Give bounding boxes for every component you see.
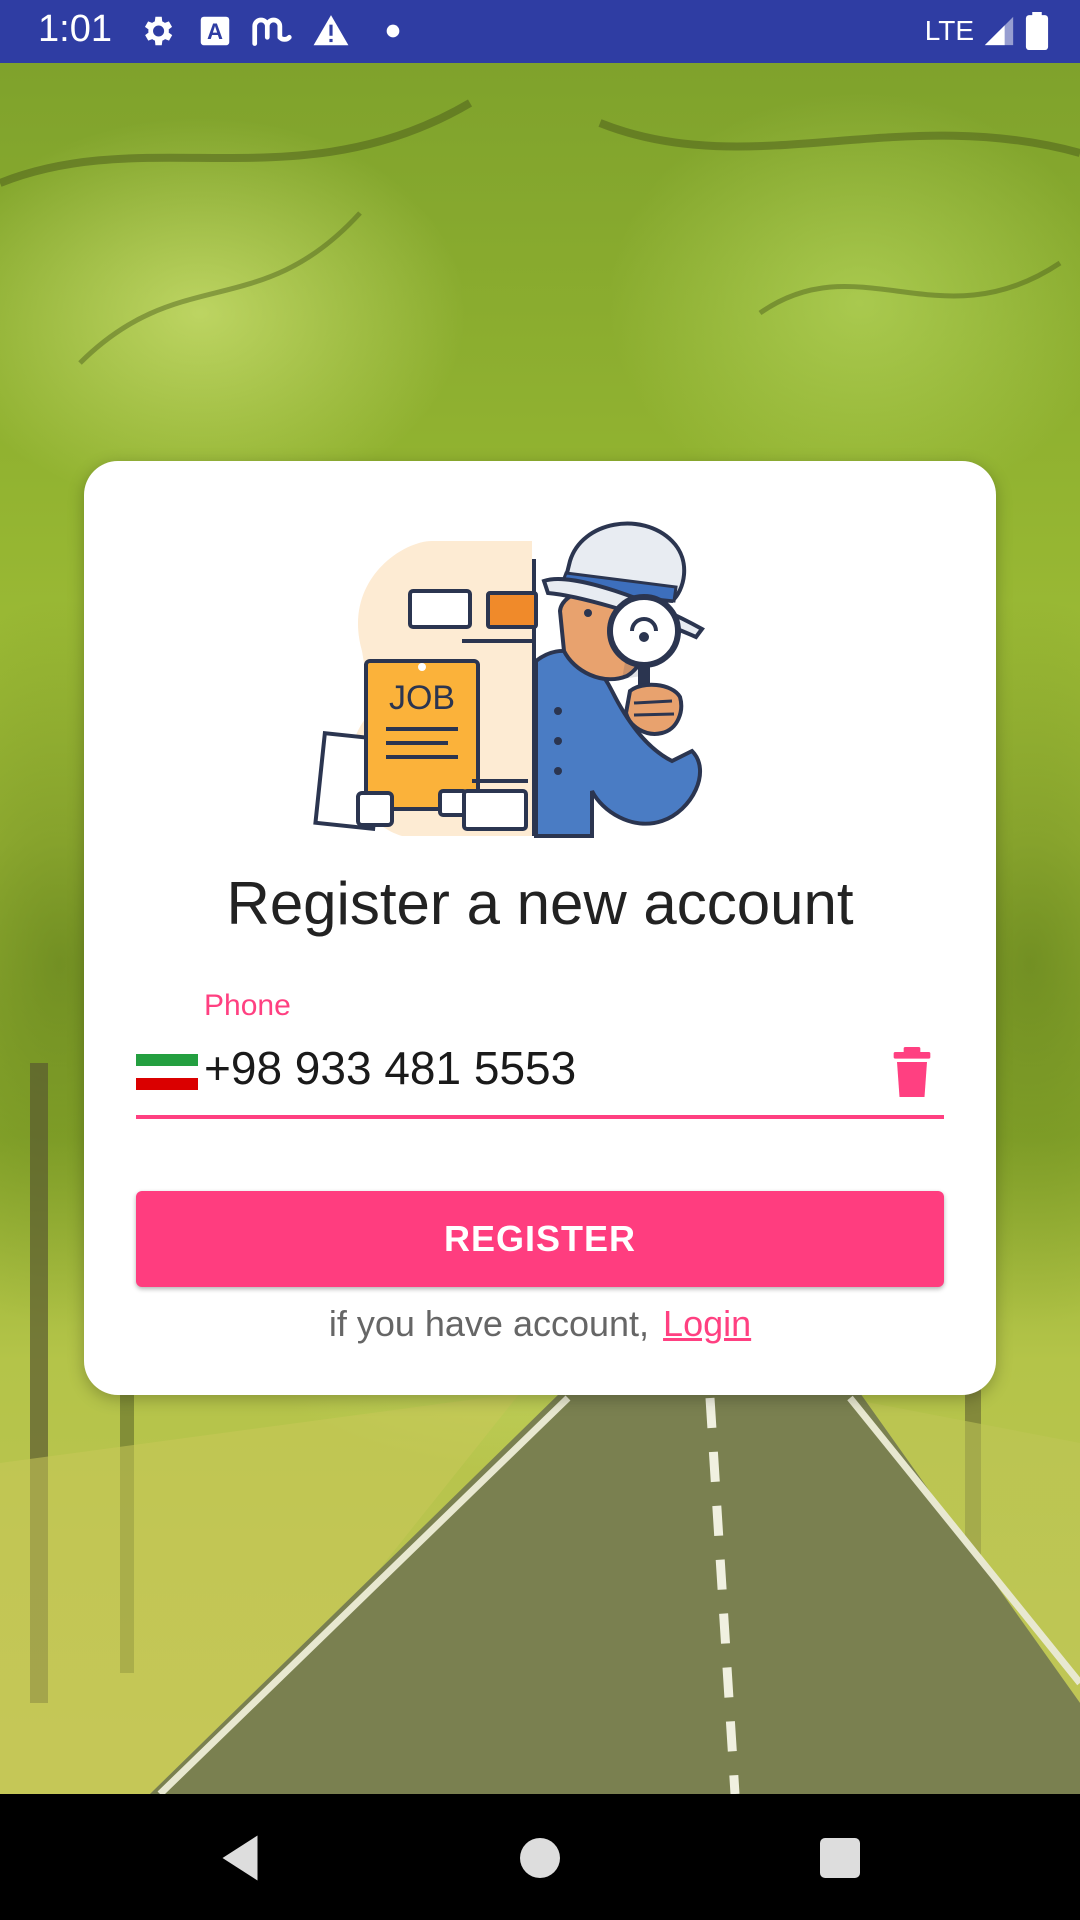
phone-field[interactable]: +98 933 481 5553 <box>136 1031 944 1119</box>
login-prompt-text: if you have account, <box>328 1303 650 1344</box>
home-icon[interactable] <box>510 1828 570 1888</box>
status-right: LTE <box>925 10 1050 52</box>
login-prompt-row: if you have account, Login <box>84 1303 996 1345</box>
phone-input[interactable]: +98 933 481 5553 <box>204 1041 576 1095</box>
recents-icon[interactable] <box>810 1828 870 1888</box>
svg-text:A: A <box>207 19 223 44</box>
back-icon[interactable] <box>210 1828 270 1888</box>
page-title: Register a new account <box>226 870 854 937</box>
battery-icon <box>1025 12 1049 50</box>
illustration-job-text: JOB <box>389 679 455 717</box>
job-search-illustration-icon: JOB <box>313 521 705 838</box>
status-time: 1:01 <box>38 8 112 50</box>
network-type: LTE <box>924 15 974 46</box>
phone-label: Phone <box>204 989 291 1022</box>
login-link[interactable]: Login <box>663 1303 751 1344</box>
trash-icon[interactable] <box>892 1047 932 1097</box>
register-button[interactable]: REGISTER <box>136 1191 944 1287</box>
iran-flag-icon[interactable] <box>136 1054 198 1090</box>
a-box-icon: A <box>200 16 230 46</box>
navigation-bar <box>0 1794 1080 1920</box>
register-card: JOB Register a new account Phone +98 933… <box>84 461 996 1395</box>
dot-icon <box>386 24 400 38</box>
gear-icon <box>144 16 173 46</box>
signal-icon <box>984 16 1014 46</box>
m-logo-icon <box>252 17 292 46</box>
warning-icon <box>313 15 349 46</box>
status-bar: 1:01 A LTE <box>0 0 1080 63</box>
